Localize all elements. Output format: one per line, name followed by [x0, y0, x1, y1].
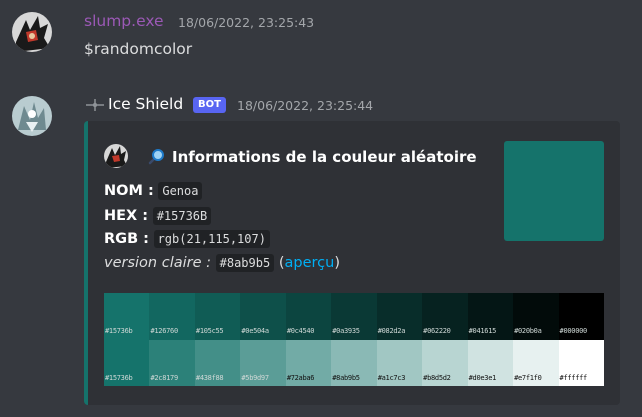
message-author[interactable]: Ice Shield	[108, 95, 183, 113]
field-hex: HEX : #15736B	[104, 206, 212, 226]
palette-swatch-shades: #082d2a	[376, 293, 423, 340]
field-nom: NOM : Genoa	[104, 181, 203, 201]
palette-swatch-label: #72aba6	[286, 373, 315, 382]
palette-swatch-tints: #438f88	[194, 339, 241, 386]
palette-swatch-label: #ffffff	[559, 373, 588, 382]
palette-swatch-label: #105c55	[195, 327, 224, 335]
palette-swatch-label: #d0e3e1	[468, 373, 497, 382]
embed-title: Informations de la couleur aléatoire	[172, 148, 477, 166]
palette-swatch-tints: #5b9d97	[240, 339, 287, 386]
color-thumbnail[interactable]	[504, 141, 604, 241]
palette-swatch-shades: #126760	[149, 293, 196, 340]
palette-swatch-shades: #062220	[422, 293, 469, 340]
field-nom-value: Genoa	[158, 182, 203, 200]
palette-swatch-label: #0c4540	[286, 327, 315, 335]
palette-swatch-shades: #105c55	[194, 293, 241, 340]
palette-swatch-tints: #2c8179	[149, 339, 196, 386]
palette-swatch-label: #126760	[150, 327, 178, 335]
palette-swatch-tints: #d0e3e1	[467, 339, 514, 386]
avatar-slump[interactable]	[12, 12, 52, 52]
field-hex-value: #15736B	[152, 207, 212, 225]
palette-swatch-label: #2c8179	[150, 373, 178, 382]
field-light-version: version claire : #8ab9b5 (aperçu)	[104, 253, 340, 273]
palette-swatch-label: #438f88	[195, 373, 224, 382]
palette-swatch-label: #0e504a	[241, 327, 269, 335]
magnifier-icon	[147, 148, 165, 170]
palette-swatch-label: #0a3935	[332, 327, 360, 335]
palette-swatch-label: #b8d5d2	[423, 373, 451, 382]
color-palette-image[interactable]: #15736b #126760 #105c55 #0e504a #0c4540 #0a39…	[104, 293, 605, 386]
message-author[interactable]: slump.exe	[84, 12, 164, 30]
message-content: $randomcolor	[84, 40, 193, 58]
palette-swatch-label: #000000	[559, 327, 588, 335]
field-hex-label: HEX :	[104, 208, 149, 224]
preview-link-close: )	[334, 255, 340, 271]
palette-swatch-shades: #0a3935	[331, 293, 378, 340]
palette-swatch-tints: #15736b	[104, 339, 150, 386]
bot-reply-icon	[84, 97, 106, 117]
embed-author-avatar	[104, 144, 128, 168]
palette-swatch-shades: #0c4540	[285, 293, 332, 340]
palette-swatch-label: #15736b	[105, 327, 133, 335]
palette-swatch-label: #082d2a	[377, 327, 406, 335]
message-timestamp: 18/06/2022, 23:25:43	[178, 15, 315, 30]
field-light-label: version claire :	[104, 255, 212, 271]
palette-swatch-tints: #b8d5d2	[422, 339, 469, 386]
palette-swatch-label: #020b0a	[514, 327, 542, 335]
palette-swatch-label: #15736b	[105, 373, 133, 382]
field-rgb-label: RGB :	[104, 231, 149, 247]
preview-link[interactable]: aperçu	[284, 255, 334, 271]
palette-swatch-label: #041615	[468, 327, 497, 335]
field-rgb: RGB : rgb(21,115,107)	[104, 229, 270, 249]
avatar-ice-shield[interactable]	[12, 96, 52, 136]
palette-swatch-tints: #ffffff	[558, 339, 605, 386]
palette-swatch-shades: #0e504a	[240, 293, 287, 340]
field-light-value: #8ab9b5	[215, 254, 275, 272]
field-rgb-value: rgb(21,115,107)	[153, 230, 270, 248]
palette-swatch-label: #5b9d97	[241, 373, 269, 382]
palette-swatch-label: #8ab9b5	[332, 373, 360, 382]
palette-swatch-tints: #72aba6	[285, 339, 332, 386]
palette-swatch-shades: #15736b	[104, 293, 150, 340]
palette-swatch-shades: #000000	[558, 293, 605, 340]
palette-swatch-shades: #020b0a	[513, 293, 560, 340]
palette-swatch-tints: #a1c7c3	[376, 339, 423, 386]
palette-swatch-tints: #e7f1f0	[513, 339, 560, 386]
message-timestamp: 18/06/2022, 23:25:44	[237, 98, 374, 113]
palette-swatch-label: #e7f1f0	[514, 373, 542, 382]
palette-swatch-tints: #8ab9b5	[331, 339, 378, 386]
bot-badge: BOT	[193, 97, 226, 113]
field-nom-label: NOM :	[104, 183, 154, 199]
palette-swatch-label: #a1c7c3	[377, 373, 406, 382]
palette-swatch-shades: #041615	[467, 293, 514, 340]
palette-swatch-label: #062220	[423, 327, 451, 335]
